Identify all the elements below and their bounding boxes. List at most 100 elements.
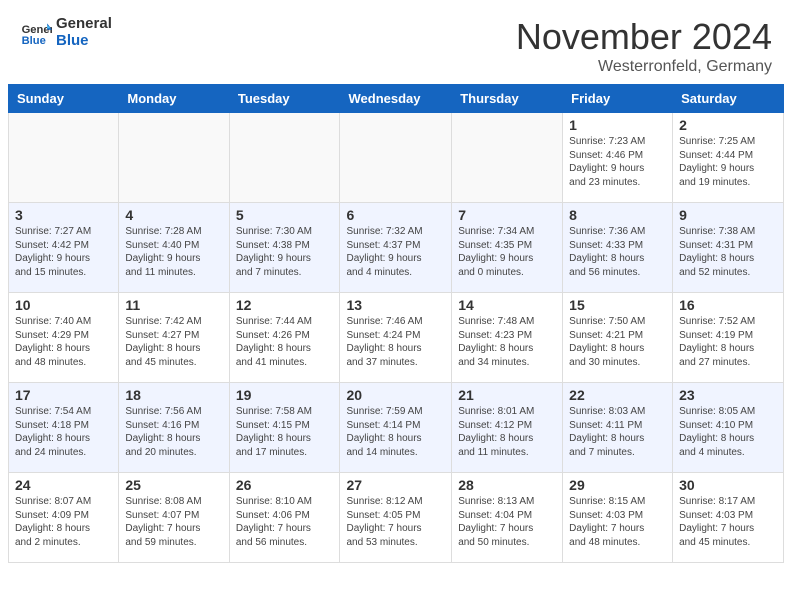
svg-text:Blue: Blue <box>22 35 46 47</box>
logo-icon: General Blue <box>20 17 52 49</box>
calendar-cell: 9 Sunrise: 7:38 AM Sunset: 4:31 PM Daylig… <box>673 203 784 293</box>
day-number: 5 <box>236 207 334 223</box>
calendar-cell: 26 Sunrise: 8:10 AM Sunset: 4:06 PM Dayli… <box>229 473 340 563</box>
day-info: Sunrise: 7:36 AM Sunset: 4:33 PM Dayligh… <box>569 225 666 279</box>
calendar-cell <box>340 113 452 203</box>
logo-text-line1: General <box>56 16 112 33</box>
day-info: Sunrise: 7:23 AM Sunset: 4:46 PM Dayligh… <box>569 135 666 189</box>
calendar-cell: 27 Sunrise: 8:12 AM Sunset: 4:05 PM Dayli… <box>340 473 452 563</box>
day-info: Sunrise: 7:32 AM Sunset: 4:37 PM Dayligh… <box>346 225 445 279</box>
day-info: Sunrise: 7:27 AM Sunset: 4:42 PM Dayligh… <box>15 225 112 279</box>
day-info: Sunrise: 8:03 AM Sunset: 4:11 PM Dayligh… <box>569 405 666 459</box>
calendar-cell: 12 Sunrise: 7:44 AM Sunset: 4:26 PM Dayli… <box>229 293 340 383</box>
day-number: 13 <box>346 297 445 313</box>
day-number: 11 <box>125 297 222 313</box>
calendar-cell: 28Sunrise: 8:13 AM Sunset: 4:04 PM Dayli… <box>452 473 563 563</box>
day-info: Sunrise: 7:40 AM Sunset: 4:29 PM Dayligh… <box>15 315 112 369</box>
week-row-4: 17 Sunrise: 7:54 AM Sunset: 4:18 PM Dayli… <box>9 383 784 473</box>
day-info: Sunrise: 7:38 AM Sunset: 4:31 PM Dayligh… <box>679 225 777 279</box>
day-number: 26 <box>236 477 334 493</box>
calendar-cell: 11 Sunrise: 7:42 AM Sunset: 4:27 PM Dayli… <box>119 293 229 383</box>
calendar-wrapper: SundayMondayTuesdayWednesdayThursdayFrid… <box>0 84 792 571</box>
calendar-cell: 6 Sunrise: 7:32 AM Sunset: 4:37 PM Daylig… <box>340 203 452 293</box>
week-row-3: 10 Sunrise: 7:40 AM Sunset: 4:29 PM Dayli… <box>9 293 784 383</box>
day-info: Sunrise: 7:34 AM Sunset: 4:35 PM Dayligh… <box>458 225 556 279</box>
day-info: Sunrise: 8:01 AM Sunset: 4:12 PM Dayligh… <box>458 405 556 459</box>
calendar-cell: 25Sunrise: 8:08 AM Sunset: 4:07 PM Dayli… <box>119 473 229 563</box>
day-number: 3 <box>15 207 112 223</box>
day-number: 30 <box>679 477 777 493</box>
calendar-cell: 17 Sunrise: 7:54 AM Sunset: 4:18 PM Dayli… <box>9 383 119 473</box>
day-number: 4 <box>125 207 222 223</box>
calendar-cell: 1 Sunrise: 7:23 AM Sunset: 4:46 PM Daylig… <box>563 113 673 203</box>
day-info: Sunrise: 7:59 AM Sunset: 4:14 PM Dayligh… <box>346 405 445 459</box>
calendar-cell: 4 Sunrise: 7:28 AM Sunset: 4:40 PM Daylig… <box>119 203 229 293</box>
logo-text-line2: Blue <box>56 33 112 50</box>
day-number: 27 <box>346 477 445 493</box>
logo: General Blue General Blue <box>20 16 112 49</box>
header-day-saturday: Saturday <box>673 85 784 113</box>
calendar-cell <box>452 113 563 203</box>
day-number: 28 <box>458 477 556 493</box>
day-number: 14 <box>458 297 556 313</box>
day-number: 24 <box>15 477 112 493</box>
day-number: 21 <box>458 387 556 403</box>
calendar-cell: 8 Sunrise: 7:36 AM Sunset: 4:33 PM Daylig… <box>563 203 673 293</box>
day-number: 15 <box>569 297 666 313</box>
header-day-tuesday: Tuesday <box>229 85 340 113</box>
day-number: 9 <box>679 207 777 223</box>
calendar-cell <box>9 113 119 203</box>
day-number: 12 <box>236 297 334 313</box>
day-info: Sunrise: 7:58 AM Sunset: 4:15 PM Dayligh… <box>236 405 334 459</box>
header-day-wednesday: Wednesday <box>340 85 452 113</box>
calendar-cell: 29Sunrise: 8:15 AM Sunset: 4:03 PM Dayli… <box>563 473 673 563</box>
day-info: Sunrise: 8:17 AM Sunset: 4:03 PM Dayligh… <box>679 495 777 549</box>
day-info: Sunrise: 7:44 AM Sunset: 4:26 PM Dayligh… <box>236 315 334 369</box>
day-number: 19 <box>236 387 334 403</box>
day-number: 1 <box>569 117 666 133</box>
header-day-monday: Monday <box>119 85 229 113</box>
day-number: 6 <box>346 207 445 223</box>
day-info: Sunrise: 7:25 AM Sunset: 4:44 PM Dayligh… <box>679 135 777 189</box>
calendar-subtitle: Westerronfeld, Germany <box>516 58 772 76</box>
day-number: 18 <box>125 387 222 403</box>
calendar-cell: 2 Sunrise: 7:25 AM Sunset: 4:44 PM Daylig… <box>673 113 784 203</box>
title-area: November 2024 Westerronfeld, Germany <box>516 16 772 76</box>
day-info: Sunrise: 7:54 AM Sunset: 4:18 PM Dayligh… <box>15 405 112 459</box>
day-number: 23 <box>679 387 777 403</box>
calendar-cell: 20Sunrise: 7:59 AM Sunset: 4:14 PM Dayli… <box>340 383 452 473</box>
header-day-sunday: Sunday <box>9 85 119 113</box>
calendar-table: SundayMondayTuesdayWednesdayThursdayFrid… <box>8 84 784 563</box>
day-number: 16 <box>679 297 777 313</box>
day-number: 8 <box>569 207 666 223</box>
day-info: Sunrise: 8:12 AM Sunset: 4:05 PM Dayligh… <box>346 495 445 549</box>
day-info: Sunrise: 7:52 AM Sunset: 4:19 PM Dayligh… <box>679 315 777 369</box>
day-info: Sunrise: 7:30 AM Sunset: 4:38 PM Dayligh… <box>236 225 334 279</box>
day-number: 22 <box>569 387 666 403</box>
day-info: Sunrise: 7:56 AM Sunset: 4:16 PM Dayligh… <box>125 405 222 459</box>
header-day-thursday: Thursday <box>452 85 563 113</box>
calendar-cell: 15Sunrise: 7:50 AM Sunset: 4:21 PM Dayli… <box>563 293 673 383</box>
week-row-5: 24 Sunrise: 8:07 AM Sunset: 4:09 PM Dayli… <box>9 473 784 563</box>
day-info: Sunrise: 7:28 AM Sunset: 4:40 PM Dayligh… <box>125 225 222 279</box>
day-info: Sunrise: 8:05 AM Sunset: 4:10 PM Dayligh… <box>679 405 777 459</box>
calendar-cell <box>119 113 229 203</box>
day-number: 7 <box>458 207 556 223</box>
day-info: Sunrise: 8:08 AM Sunset: 4:07 PM Dayligh… <box>125 495 222 549</box>
day-info: Sunrise: 8:07 AM Sunset: 4:09 PM Dayligh… <box>15 495 112 549</box>
day-info: Sunrise: 8:10 AM Sunset: 4:06 PM Dayligh… <box>236 495 334 549</box>
header: General Blue General Blue November 2024 … <box>0 0 792 84</box>
day-info: Sunrise: 7:42 AM Sunset: 4:27 PM Dayligh… <box>125 315 222 369</box>
week-row-1: 1 Sunrise: 7:23 AM Sunset: 4:46 PM Daylig… <box>9 113 784 203</box>
calendar-cell: 24 Sunrise: 8:07 AM Sunset: 4:09 PM Dayli… <box>9 473 119 563</box>
day-number: 10 <box>15 297 112 313</box>
calendar-cell: 30 Sunrise: 8:17 AM Sunset: 4:03 PM Dayli… <box>673 473 784 563</box>
calendar-cell: 16 Sunrise: 7:52 AM Sunset: 4:19 PM Dayli… <box>673 293 784 383</box>
day-number: 2 <box>679 117 777 133</box>
calendar-cell: 13Sunrise: 7:46 AM Sunset: 4:24 PM Dayli… <box>340 293 452 383</box>
calendar-cell: 22 Sunrise: 8:03 AM Sunset: 4:11 PM Dayli… <box>563 383 673 473</box>
calendar-title: November 2024 <box>516 16 772 58</box>
calendar-cell: 5 Sunrise: 7:30 AM Sunset: 4:38 PM Daylig… <box>229 203 340 293</box>
day-number: 17 <box>15 387 112 403</box>
header-day-friday: Friday <box>563 85 673 113</box>
